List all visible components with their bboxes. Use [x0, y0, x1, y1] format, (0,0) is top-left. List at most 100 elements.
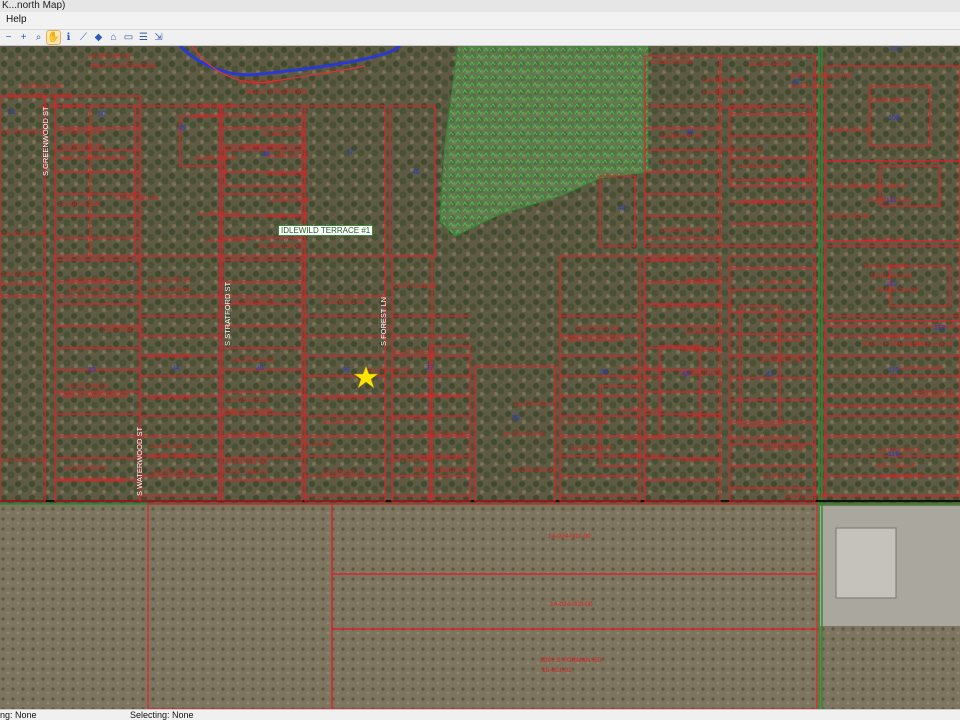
- parcel-id-label: 14-280-001-01: [684, 277, 727, 284]
- address-number: 40: [682, 371, 690, 378]
- parcel-id-label: 14-280-045-00: [690, 303, 733, 310]
- parcel-id-label: 15-608-004-00: [868, 97, 911, 104]
- parcel-id-label: 14-273-001-00: [68, 277, 111, 284]
- parcel-id-label: 9097 S FORMAN RD: [540, 657, 602, 664]
- parcel-id-label: 14-276-008-02: [150, 443, 193, 450]
- street-label: S GREENWOOD ST: [41, 106, 50, 176]
- street-label: S WATERWOOD ST: [135, 427, 144, 496]
- parcel-id-label: 14-272-030-00: [0, 281, 43, 288]
- parcel-id-label: 14-290-012-00: [58, 201, 101, 208]
- parcel-id-label: 14-280-049-00: [650, 257, 693, 264]
- parcel-id-label: 14-276-037-02: [322, 419, 365, 426]
- parcel-id-label: 14-278-031-00: [566, 419, 609, 426]
- parcel-id-label: 14-275-001-01: [232, 299, 275, 306]
- parcel-id-label: 14-280-030-00: [620, 375, 663, 382]
- parcel-id-label: 14-282-025-00: [766, 177, 809, 184]
- address-number: 47: [346, 149, 354, 156]
- parcel-id-label: 14-282-012-01: [742, 199, 785, 206]
- pan-hand-icon[interactable]: ✋: [46, 30, 61, 45]
- parcel-id-label: 14-280-037-01: [620, 365, 663, 372]
- parcel-id-label: 14-280-032-00: [620, 407, 663, 414]
- parcel-id-label: 8929 S CHATAM ST: [566, 337, 625, 344]
- parcel-id-label: 14-275-025-00: [152, 469, 195, 476]
- address-number: 115: [888, 367, 899, 374]
- parcel-id-label: 14-290-035-00: [60, 143, 103, 150]
- list-icon[interactable]: ☰: [137, 31, 150, 44]
- parcel-id-label: 8826 S GREENWOOD: [60, 155, 127, 162]
- parcel-id-label: 14-024-001-00: [880, 473, 923, 480]
- parcel-id-label: 14-275-021-00: [224, 459, 267, 466]
- parcel-id-label: 14-278-036-00: [570, 445, 613, 452]
- address-number: 39: [600, 369, 608, 376]
- address-number: 108: [888, 115, 900, 122]
- parcel-id-label: 15-611-008-01: [864, 183, 907, 190]
- address-number: 46: [412, 169, 420, 176]
- parcel-id-label: 15-611-024-00: [862, 237, 905, 244]
- address-number: 37: [426, 365, 434, 372]
- parcel-id-label: 14-288-022-00: [198, 211, 241, 218]
- parcel-id-label: 14-274-045-00: [148, 287, 191, 294]
- parcel-id-label: 14-290-005-00: [88, 53, 131, 60]
- tag-icon[interactable]: ◆: [92, 31, 105, 44]
- status-bar: ng: None Selecting: None: [0, 709, 960, 720]
- address-number: 116: [888, 451, 899, 458]
- parcel-id-label: 14-288-016-00: [266, 213, 309, 220]
- parcel-id-label: 14-278-015-00: [502, 431, 545, 438]
- parcel-id-label: 14-280-007-00: [684, 329, 727, 336]
- parcel-id-label: 8945 S OTTAWA: [224, 408, 274, 415]
- address-number: 44: [618, 205, 626, 212]
- address-number: 38: [512, 415, 520, 422]
- parcel-id-label: 8978 S CALIFORNIA ST: [730, 435, 801, 442]
- export-icon[interactable]: ⇲: [152, 31, 165, 44]
- address-number: 36: [342, 367, 350, 374]
- parcel-id-label: 14-024-003-00: [550, 601, 593, 608]
- help-menu[interactable]: Help: [6, 14, 27, 25]
- address-number: 51: [8, 109, 16, 116]
- parcel-id-label: 14-281-005-00: [760, 279, 803, 286]
- parcel-id-label: 14-274-011-00: [148, 353, 191, 360]
- aerial-parcel-map[interactable]: 14-290-005-00 8813 S WATERWOOD 14-290-042-…: [0, 46, 960, 709]
- identify-icon[interactable]: ℹ: [62, 31, 75, 44]
- zoom-out-icon[interactable]: −: [2, 31, 15, 44]
- parcel-id-label: 14-274-041-00: [102, 327, 145, 334]
- parcel-id-label: 14-288-011-00: [266, 171, 309, 178]
- select-icon[interactable]: ▭: [122, 31, 135, 44]
- parcel-id-label: 14-283-020-00: [660, 133, 703, 140]
- parcel-id-label: 14-024-002-00: [548, 533, 591, 540]
- parcel-id-label: 14-290-014-00: [60, 129, 103, 136]
- southern-field: [0, 504, 960, 709]
- parcel-id-label: 8978 S GREENWOOD: [58, 477, 125, 484]
- parcel-id-label: 14-274-006-00: [148, 395, 191, 402]
- zoom-in-icon[interactable]: +: [17, 31, 30, 44]
- address-number: 113: [934, 325, 945, 332]
- window-title: K...north Map): [0, 0, 960, 12]
- parcel-id-label: 14-272-022-00: [2, 457, 45, 464]
- magnifier-icon[interactable]: ⌕: [32, 31, 45, 44]
- label-icon[interactable]: ⌂: [107, 31, 120, 44]
- map-view[interactable]: 14-290-005-00 8813 S WATERWOOD 14-290-042-…: [0, 46, 960, 709]
- address-number: 34: [172, 365, 180, 372]
- parcel-id-label: 14-275-006-02: [66, 383, 109, 390]
- parcel-id-label: 15-616-001-00: [912, 389, 955, 396]
- parcel-id-label: 15-001-01: [542, 667, 572, 674]
- map-toolbar: − + ⌕ ✋ ℹ ⟋ ◆ ⌂ ▭ ☰ ⇲: [0, 30, 960, 46]
- parcel-id-label: 14-290-042-00: [20, 83, 63, 90]
- street-label: S FOREST LN: [379, 297, 388, 346]
- selecting-status: Selecting: None: [130, 710, 194, 720]
- parcel-id-label: 14-276-011-00: [368, 367, 411, 374]
- parcel-id-label: 14-277-004-00: [418, 393, 461, 400]
- parcel-id-label: 14-281-024-00: [762, 473, 805, 480]
- parcel-id-label: 14-272-005-01: [2, 129, 45, 136]
- measure-icon[interactable]: ⟋: [77, 31, 90, 44]
- parcel-id-label: 8801 S GREENWOOD: [6, 93, 73, 100]
- parcel-id-label: 14-280-026-00: [622, 453, 665, 460]
- parcel-id-label: 50 E 72ND ST: [876, 463, 918, 470]
- parcel-id-label: 14-277-017-00: [388, 457, 431, 464]
- address-number: 49: [178, 125, 186, 132]
- parcel-id-label: 14-275-023-01: [64, 465, 107, 472]
- parcel-id-label: 14-282-011-00: [720, 147, 763, 154]
- parcel-id-label: 15-615-002-00: [878, 333, 921, 340]
- parcel-id-label: 14-280-016-02: [622, 435, 665, 442]
- parcel-id-label: 14-272-004-00: [2, 271, 45, 278]
- parcel-id-label: 8942 S GREENWOOD: [62, 393, 129, 400]
